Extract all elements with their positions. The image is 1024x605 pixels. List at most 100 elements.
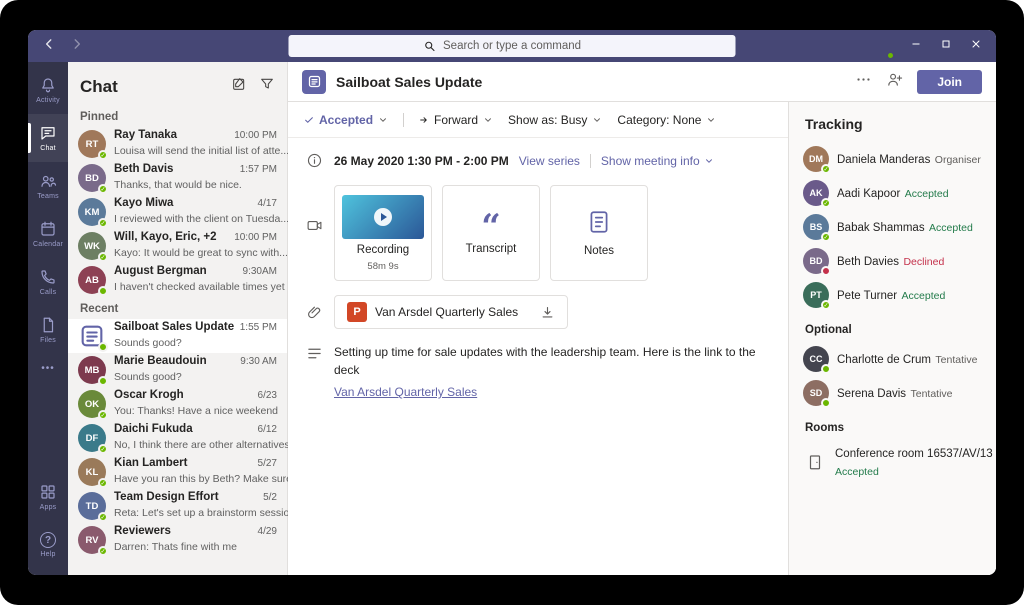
- chat-list-item[interactable]: WK Will, Kayo, Eric, +2 10:00 PM Kayo: I…: [68, 229, 287, 263]
- chat-name: Kian Lambert: [114, 457, 254, 469]
- minimize-button[interactable]: [910, 37, 922, 55]
- maximize-button[interactable]: [940, 37, 952, 55]
- rail-item-apps[interactable]: Apps: [28, 473, 68, 521]
- room-status: Accepted: [835, 466, 879, 478]
- chat-preview: Sounds good?: [114, 371, 182, 383]
- chat-list-item[interactable]: MB Marie Beaudouin 9:30 AM Sounds good?: [68, 353, 287, 387]
- chat-list-item[interactable]: RT Ray Tanaka 10:00 PM Louisa will send …: [68, 127, 287, 161]
- deck-link[interactable]: Van Arsdel Quarterly Sales: [334, 383, 477, 401]
- minimize-icon: [910, 38, 922, 50]
- attendee-name: Daniela Manderas: [837, 154, 930, 166]
- phone-icon: [39, 268, 57, 286]
- chat-time: 5/2: [263, 492, 277, 503]
- chat-list-item[interactable]: RV Reviewers 4/29 Darren: Thats fine wit…: [68, 523, 287, 557]
- attachment-chip[interactable]: Van Arsdel Quarterly Sales: [334, 295, 568, 329]
- chat-time: 6/23: [258, 390, 277, 401]
- chat-list-item[interactable]: DF Daichi Fukuda 6/12 No, I think there …: [68, 421, 287, 455]
- attendee-row[interactable]: BD Beth Davies Declined: [789, 244, 996, 278]
- rail-more-button[interactable]: [28, 354, 68, 380]
- presence-icon: [98, 478, 108, 488]
- search-input[interactable]: [441, 39, 601, 53]
- rail-item-help[interactable]: ? Help: [28, 521, 68, 569]
- rail-item-chat[interactable]: Chat: [28, 114, 68, 162]
- meeting-header: Sailboat Sales Update Join: [288, 62, 996, 102]
- teams-icon: [39, 172, 57, 190]
- chat-name: Reviewers: [114, 525, 254, 537]
- download-icon[interactable]: [540, 305, 555, 320]
- pinned-chat-list: RT Ray Tanaka 10:00 PM Louisa will send …: [68, 127, 287, 297]
- forward-button[interactable]: [70, 37, 84, 56]
- filter-icon: [259, 76, 275, 92]
- user-avatar[interactable]: [868, 33, 894, 59]
- attendee-name: Serena Davis: [837, 388, 906, 400]
- rail-spacer: [28, 380, 68, 473]
- filter-button[interactable]: [259, 76, 275, 97]
- room-row[interactable]: Conference room 16537/AV/13 Accepted: [789, 440, 996, 484]
- chat-time: 10:00 PM: [234, 130, 277, 141]
- category-dropdown[interactable]: Category: None: [617, 113, 716, 127]
- attendee-row[interactable]: PT Pete Turner Accepted: [789, 278, 996, 312]
- chat-list-item[interactable]: OK Oscar Krogh 6/23 You: Thanks! Have a …: [68, 387, 287, 421]
- chevron-left-icon: [42, 37, 56, 51]
- rail-item-activity[interactable]: Activity: [28, 66, 68, 114]
- chat-preview: Darren: Thats fine with me: [114, 541, 237, 553]
- window-controls: [910, 37, 982, 55]
- attendee-row[interactable]: CC Charlotte de Crum Tentative: [789, 342, 996, 376]
- chat-name: Marie Beaudouin: [114, 355, 236, 367]
- show-as-dropdown[interactable]: Show as: Busy: [508, 113, 602, 127]
- join-button[interactable]: Join: [917, 70, 982, 94]
- chat-preview: Louisa will send the initial list of att…: [114, 145, 289, 157]
- chat-list-item[interactable]: AB August Bergman 9:30AM I haven't check…: [68, 263, 287, 297]
- screen-frame: Activity Chat Teams Calendar Calls: [0, 0, 1024, 605]
- attendee-name: Beth Davies: [837, 256, 899, 268]
- new-chat-button[interactable]: [231, 76, 247, 97]
- rail-item-calendar[interactable]: Calendar: [28, 210, 68, 258]
- chat-list-item[interactable]: KL Kian Lambert 5/27 Have you ran this b…: [68, 455, 287, 489]
- view-series-link[interactable]: View series: [519, 154, 580, 168]
- chat-list-item[interactable]: Sailboat Sales Update 1:55 PM Sounds goo…: [68, 319, 287, 353]
- presence-icon: [98, 286, 108, 296]
- divider: [403, 113, 404, 127]
- transcript-card[interactable]: Transcript: [442, 185, 540, 281]
- person-add-icon: [886, 71, 903, 88]
- recording-thumbnail: [342, 195, 424, 239]
- attendee-status: Organiser: [935, 154, 981, 166]
- chat-list-item[interactable]: BD Beth Davis 1:57 PM Thanks, that would…: [68, 161, 287, 195]
- description-lines-icon: [304, 345, 324, 362]
- attendee-name: Aadi Kapoor: [837, 188, 900, 200]
- notes-label: Notes: [584, 245, 614, 257]
- attendee-row[interactable]: SD Serena Davis Tentative: [789, 376, 996, 410]
- back-button[interactable]: [42, 37, 56, 56]
- attendee-name: Charlotte de Crum: [837, 354, 931, 366]
- presence-icon: [821, 364, 831, 374]
- chat-list-item[interactable]: TD Team Design Effort 5/2 Reta: Let's se…: [68, 489, 287, 523]
- quote-icon: [481, 212, 501, 238]
- attendee-row[interactable]: BS Babak Shammas Accepted: [789, 210, 996, 244]
- attendee-status: Tentative: [911, 388, 953, 400]
- more-options-button[interactable]: [855, 71, 872, 93]
- forward-dropdown[interactable]: Forward: [419, 113, 493, 127]
- room-icon: [803, 449, 827, 475]
- presence-icon: [98, 512, 108, 522]
- rsvp-dropdown[interactable]: Accepted: [304, 113, 388, 127]
- attendee-row[interactable]: AK Aadi Kapoor Accepted: [789, 176, 996, 210]
- notes-icon: [586, 209, 612, 240]
- chat-time: 10:00 PM: [234, 232, 277, 243]
- show-meeting-info-link[interactable]: Show meeting info: [601, 154, 714, 168]
- attendee-status: Accepted: [902, 290, 946, 302]
- add-people-button[interactable]: [886, 71, 903, 93]
- chat-list-item[interactable]: KM Kayo Miwa 4/17 I reviewed with the cl…: [68, 195, 287, 229]
- play-icon: [374, 208, 392, 226]
- close-button[interactable]: [970, 37, 982, 55]
- chat-name: Kayo Miwa: [114, 197, 254, 209]
- rail-item-calls[interactable]: Calls: [28, 258, 68, 306]
- optional-section-label: Optional: [789, 312, 996, 342]
- attendee-row[interactable]: DM Daniela Manderas Organiser: [789, 142, 996, 176]
- recording-card[interactable]: Recording 58m 9s: [334, 185, 432, 281]
- rail-item-teams[interactable]: Teams: [28, 162, 68, 210]
- rail-item-files[interactable]: Files: [28, 306, 68, 354]
- meeting-description: Setting up time for sale updates with th…: [334, 343, 772, 401]
- notes-card[interactable]: Notes: [550, 185, 648, 281]
- command-search[interactable]: [289, 35, 736, 57]
- chevron-down-icon: [483, 115, 493, 125]
